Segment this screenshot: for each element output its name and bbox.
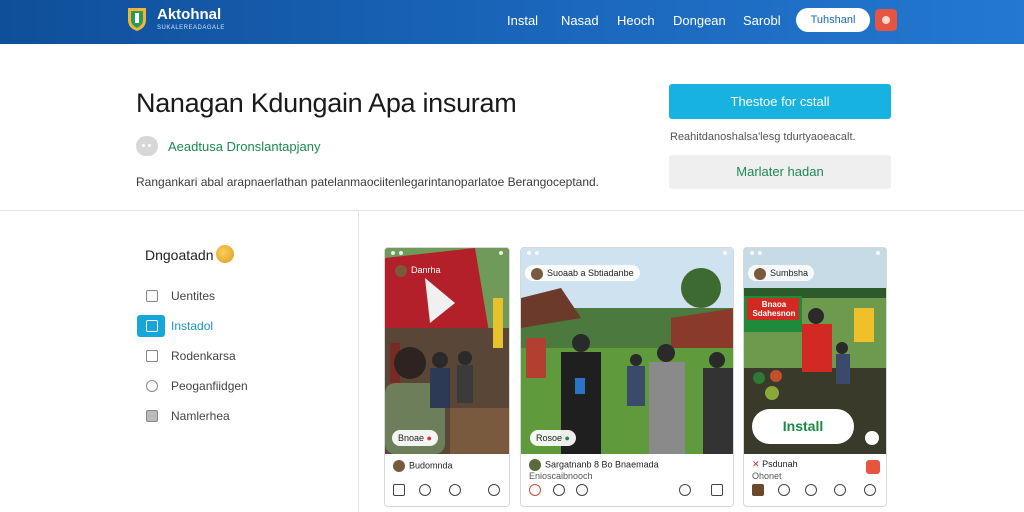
sidebar-item-peoganfiidgen[interactable]: Peoganfiidgen [137,375,249,397]
nav-link-nasad[interactable]: Nasad [561,13,599,28]
install-icon [146,320,158,332]
sidebar-item-label: Uentites [171,289,216,303]
page-title: Nanagan Kdungain Apa insuram [136,88,517,118]
card-footer-line: Ohonet [752,471,782,481]
learn-more-button[interactable]: Marlater hadan [669,155,891,189]
card-pill[interactable]: Rosoe ● [530,430,576,446]
box-icon [146,410,158,422]
message-icon[interactable] [679,484,691,496]
square-icon [146,290,158,302]
close-icon[interactable] [865,431,879,445]
card-footer-line: Enioscaibnooch [529,471,593,481]
install-primary-button[interactable]: Thestoe for cstall [669,84,891,119]
thumbnail-icon[interactable] [752,484,764,496]
sidebar-item-label: Peoganfiidgen [171,379,248,393]
nav-cta-button[interactable]: Tuhshanl [796,8,870,32]
profile-icon[interactable] [488,484,500,496]
card-footer-name: Sargatnanb 8 Bo Bnaemada [529,459,659,471]
app-preview-card-2[interactable]: Suoaab a Sbtiadanbe Rosoe ● Sargatnanb 8… [520,247,734,507]
sidebar-title: Dngoatadn [145,247,214,263]
tab-bar [744,482,886,500]
sidebar-item-label: Rodenkarsa [171,349,236,363]
home-icon[interactable] [393,484,405,496]
install-button[interactable]: Install [752,409,854,444]
settings-icon [146,380,158,392]
list-icon[interactable] [711,484,723,496]
card-pill[interactable]: Bnoae ● [392,430,438,446]
nav-link-sarobl[interactable]: Sarobl [743,13,781,28]
card-header: Sumbsha [748,265,815,281]
sidebar-item-uentites[interactable]: Uentites [137,285,249,307]
sidebar-item-instadol[interactable]: Instadol [137,315,213,337]
sidebar-item-rodenkarsa[interactable]: Rodenkarsa [137,345,249,367]
heart-icon[interactable] [805,484,817,496]
nav-link-heoch[interactable]: Heoch [617,13,655,28]
badge-icon[interactable] [866,460,880,474]
preview-photo-village: Suoaab a Sbtiadanbe Rosoe ● [521,248,733,454]
hero-tag[interactable]: Aeadtusa Dronslantapjany [168,139,321,154]
sidebar-divider [358,211,359,512]
sidebar-item-label: Instadol [171,319,214,333]
message-icon[interactable] [449,484,461,496]
sidebar-item-label: Namlerhea [171,409,230,423]
section-divider [0,210,1024,211]
nav-link-dongean[interactable]: Dongean [673,13,726,28]
preview-photo-market: Danrha Bnoae ● [385,248,509,454]
tab-bar [521,482,733,500]
hero-description: Rangankari abal arapnaerlathan patelanma… [136,175,600,189]
status-bar [527,251,727,257]
chat-icon [136,136,158,156]
tab-bar [385,482,509,500]
card-header: Suoaab a Sbtiadanbe [525,265,640,281]
stall-sign: Bnaoa Sdahesnon [752,300,796,318]
chat-icon[interactable] [553,484,565,496]
status-bar [750,251,880,257]
chat-icon[interactable] [778,484,790,496]
message-icon[interactable] [834,484,846,496]
app-preview-card-3[interactable]: Sumbsha Bnaoa Sdahesnon Install ✕ Psduna… [743,247,887,507]
status-bar [391,251,503,257]
avatar [395,264,407,277]
preview-photo-stall: Sumbsha Bnaoa Sdahesnon Install [744,248,886,454]
app-preview-card-1[interactable]: Danrha Bnoae ● Budomnda [384,247,510,507]
card-footer-name: Budomnda [393,460,453,472]
card-footer-name: ✕ Psdunah [752,459,798,469]
top-nav-bar: Aktohnal SUKALEREADAGALE Instal Nasad He… [0,0,1024,44]
profile-icon[interactable] [864,484,876,496]
avatar [393,460,405,472]
notification-icon[interactable] [875,9,897,31]
heart-icon[interactable] [529,484,541,496]
link-icon[interactable] [576,484,588,496]
brand-name[interactable]: Aktohnal [157,6,221,23]
chat-icon[interactable] [419,484,431,496]
nav-link-instal[interactable]: Instal [507,13,538,28]
avatar [531,267,543,280]
avatar [529,459,541,471]
card-header: Danrha [389,262,447,278]
brand-subtitle: SUKALEREADAGALE [157,25,225,31]
avatar [754,267,766,280]
edit-icon [146,350,158,362]
cta-note: Reahitdanoshalsa'lesg tdurtyaoeacalt. [670,131,856,143]
sidebar-item-namlerhea[interactable]: Namlerhea [137,405,249,427]
emoji-icon [216,245,234,263]
shield-logo-icon[interactable] [126,6,148,32]
